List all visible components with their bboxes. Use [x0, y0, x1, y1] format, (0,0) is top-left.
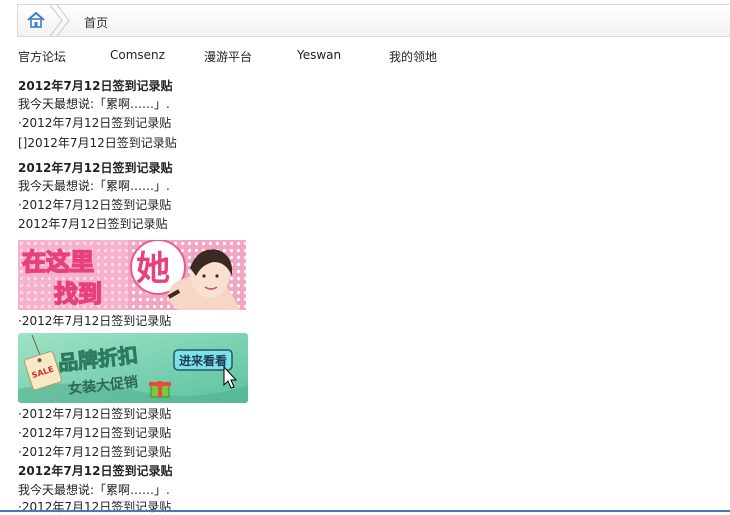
post-link[interactable]: ·2012年7月12日签到记录贴 [18, 115, 171, 131]
banner-ad-brand-discount-art: SALE 品牌折扣 女装大促销 进来看看 [18, 333, 248, 403]
post-summary: 我今天最想说:「累啊……」. [18, 97, 170, 111]
post-link[interactable]: 2012年7月12日签到记录贴 [18, 216, 167, 232]
breadcrumb-current: 首页 [84, 16, 109, 30]
banner-ad-find-her-art: 在这里 找到 她 [18, 240, 246, 310]
post-title[interactable]: 2012年7月12日签到记录贴 [18, 78, 172, 94]
post-link[interactable]: ·2012年7月12日签到记录贴 [18, 425, 171, 441]
post-title[interactable]: 2012年7月12日签到记录贴 [18, 160, 172, 176]
nav-link-my-domain[interactable]: 我的领地 [389, 48, 437, 65]
banner-ad-brand-discount[interactable]: SALE 品牌折扣 女装大促销 进来看看 [18, 333, 248, 403]
post-link[interactable]: ·2012年7月12日签到记录贴 [18, 444, 171, 460]
home-icon [27, 12, 45, 28]
post-title[interactable]: 2012年7月12日签到记录贴 [18, 463, 172, 479]
post-summary: 我今天最想说:「累啊……」. [18, 483, 170, 497]
banner1-line1: 在这里 [22, 248, 94, 276]
nav-link-comsenz[interactable]: Comsenz [110, 48, 165, 62]
post-link[interactable]: ·2012年7月12日签到记录贴 [18, 313, 171, 329]
banner1-line2: 找到 [54, 280, 102, 308]
post-link[interactable]: ·2012年7月12日签到记录贴 [18, 499, 171, 515]
nav-link-official-forum[interactable]: 官方论坛 [18, 48, 66, 65]
post-link[interactable]: []2012年7月12日签到记录贴 [18, 135, 177, 151]
breadcrumb-separator-icon [49, 5, 70, 36]
post-link[interactable]: ·2012年7月12日签到记录贴 [18, 406, 171, 422]
nav-link-roaming-platform[interactable]: 漫游平台 [204, 48, 252, 65]
banner1-big-char: 她 [136, 249, 170, 289]
banner-ad-find-her[interactable]: 在这里 找到 她 [18, 240, 246, 310]
banner2-cta-text: 进来看看 [179, 353, 227, 368]
post-summary: 我今天最想说:「累啊……」. [18, 179, 170, 193]
breadcrumb: 首页 [17, 4, 730, 37]
post-link[interactable]: ·2012年7月12日签到记录贴 [18, 197, 171, 213]
nav-link-yeswan[interactable]: Yeswan [297, 48, 341, 62]
